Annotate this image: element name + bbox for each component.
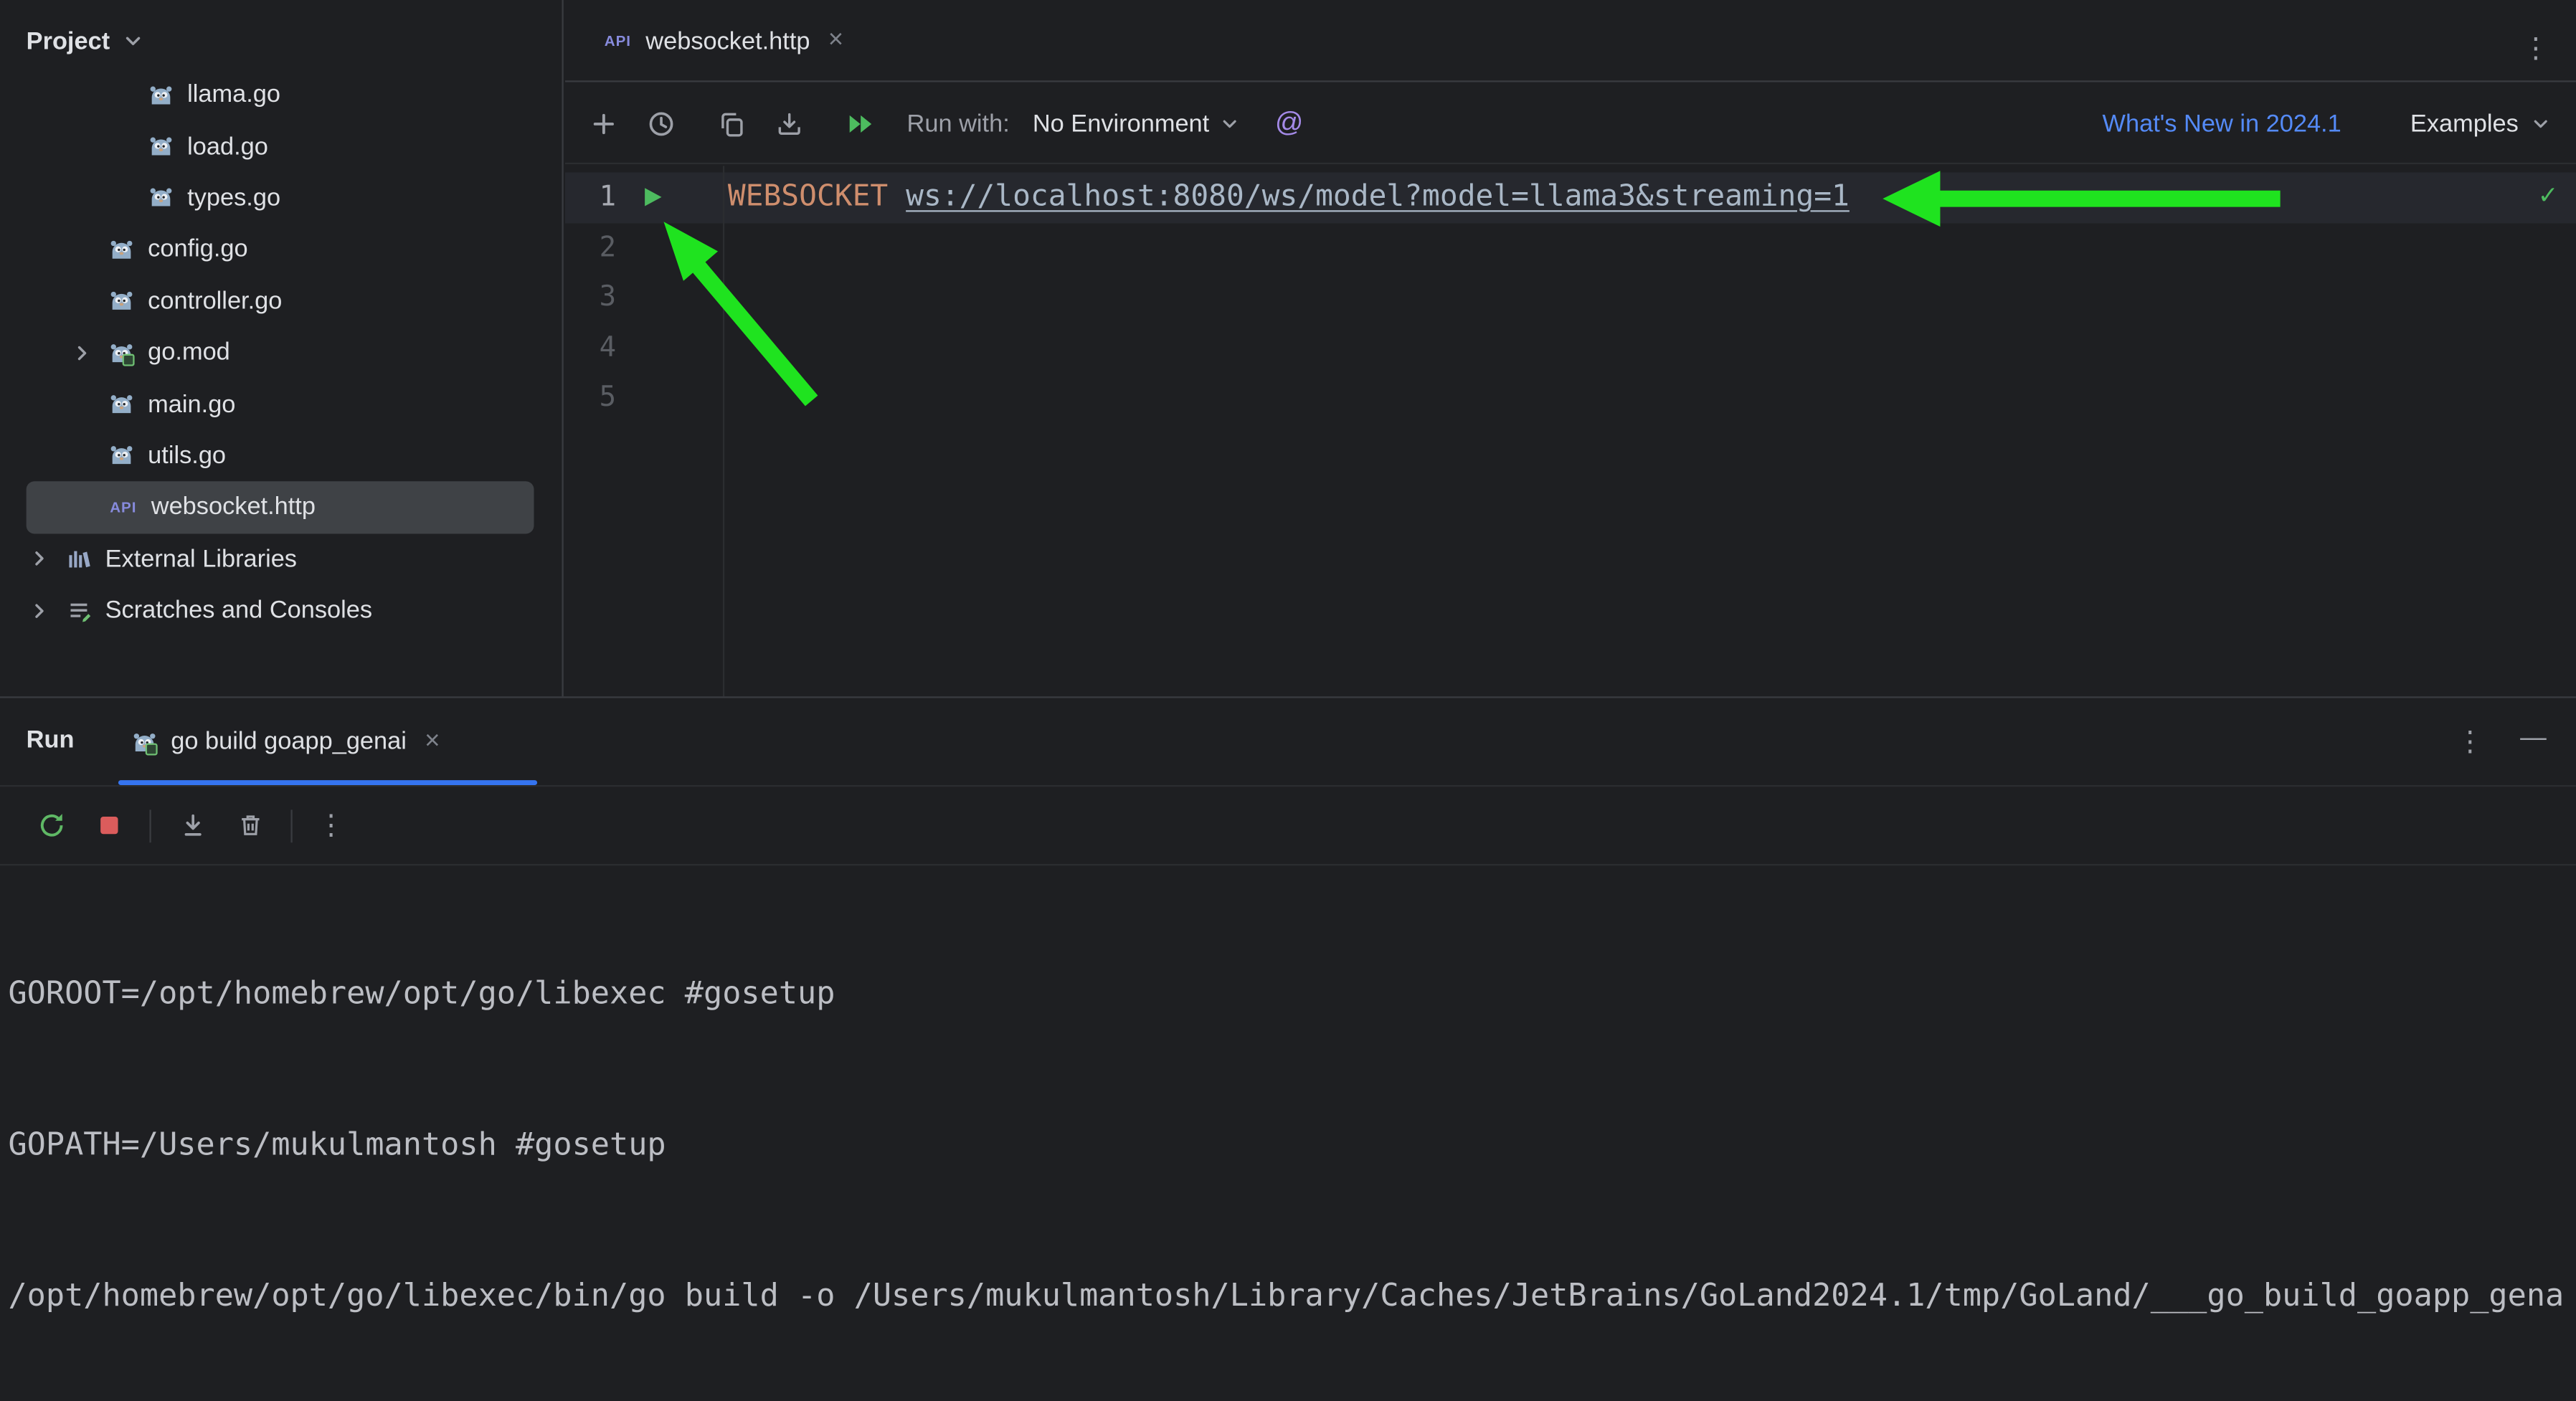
tree-item-main-go[interactable]: main.go [0,379,560,430]
tree-item-controller-go[interactable]: controller.go [0,275,560,327]
tree-item-label: types.go [187,184,281,212]
request-line: WEBSOCKET ws://localhost:8080/ws/model?m… [728,173,1850,223]
http-api-file-icon: API [110,498,137,516]
tree-item-label: main.go [148,390,236,419]
chevron-right-icon[interactable] [69,339,95,366]
project-tree: llama.go load.go types.go config.go cont… [0,69,560,636]
environment-value: No Environment [1032,109,1210,138]
console-line: GOPATH=/Users/mukulmantosh #gosetup [8,1126,666,1163]
toolbar-divider [149,809,151,842]
line-number: 3 [599,280,617,314]
go-file-icon [148,185,174,212]
run-toolbar: ⋮ [0,787,2576,866]
http-client-settings-icon[interactable]: @ [1275,107,1304,140]
clear-console-button[interactable] [233,809,266,842]
tree-item-load-go[interactable]: load.go [0,120,560,172]
chevron-down-icon [2527,110,2553,136]
examples-dropdown[interactable]: Examples [2410,109,2553,137]
examples-label: Examples [2410,109,2519,138]
gutter-separator [722,166,725,697]
inspections-ok-icon[interactable]: ✓ [2539,179,2556,212]
editor-tab-bar: API websocket.http × ⋮ [565,0,2576,82]
rerun-button[interactable] [34,809,67,842]
tree-item-label: go.mod [148,338,230,367]
tree-item-label: websocket.http [151,493,316,521]
tab-websocket-http[interactable]: API websocket.http × [587,0,865,82]
go-file-icon [108,391,135,417]
run-tab-label: go build goapp_genai [171,727,407,756]
tree-item-websocket-http[interactable]: API websocket.http [26,481,534,533]
run-tool-window: Run go build goapp_genai × ⋮ — ⋮ GOROOT=… [0,696,2576,1401]
run-panel-header: Run go build goapp_genai × ⋮ — [0,698,2576,787]
tree-item-label: load.go [187,132,268,161]
environment-selector[interactable]: No Environment [1033,109,1242,137]
tab-label: websocket.http [645,27,810,55]
toolbar-divider [290,809,293,842]
go-file-icon [108,442,135,469]
close-icon[interactable]: × [420,727,445,756]
tree-item-go-mod[interactable]: go.mod [0,327,560,379]
line-number: 1 [599,180,617,214]
open-log-button[interactable] [770,105,806,141]
copy-request-button[interactable] [713,105,749,141]
project-tool-window: Project llama.go load.go types.go config… [0,0,564,697]
tree-item-label: controller.go [148,287,283,315]
go-file-icon [108,237,135,263]
chevron-down-icon [120,28,146,54]
active-tab-underline [118,780,538,786]
line-number: 4 [599,331,617,364]
tree-item-label: llama.go [187,80,281,109]
chevron-right-icon[interactable] [27,546,53,572]
stop-button[interactable] [92,809,125,842]
run-request-gutter-button[interactable] [639,184,666,211]
editor-area[interactable]: 1 2 3 4 5 WEBSOCKET ws://localhost:8080/… [565,166,2576,697]
go-file-icon [108,288,135,314]
project-panel-header[interactable]: Project [0,0,562,82]
run-with-label: Run with: [906,109,1010,138]
console-line: GOROOT=/opt/homebrew/opt/go/libexec #gos… [8,976,835,1012]
tree-item-config-go[interactable]: config.go [0,224,560,275]
http-api-file-icon: API [604,32,631,49]
chevron-right-icon[interactable] [27,597,53,624]
run-all-requests-button[interactable] [841,105,877,141]
tree-item-label: External Libraries [105,544,297,573]
http-editor-toolbar: Run with: No Environment @ What's New in… [565,84,2576,165]
tree-item-utils-go[interactable]: utils.go [0,430,560,482]
chevron-down-icon [1216,110,1242,136]
minimize-icon[interactable]: — [2520,724,2547,754]
run-tab-go-build[interactable]: go build goapp_genai × [118,698,458,785]
more-options-icon[interactable]: ⋮ [317,812,345,840]
run-panel-title: Run [26,726,75,754]
project-panel-title: Project [26,27,110,55]
ide-window: Project llama.go load.go types.go config… [0,0,2576,1401]
request-history-button[interactable] [643,105,678,141]
tree-item-types-go[interactable]: types.go [0,172,560,224]
libraries-icon [66,546,93,572]
line-number: 2 [599,230,617,264]
request-url: ws://localhost:8080/ws/model?model=llama… [906,179,1850,214]
tree-item-label: config.go [148,235,248,264]
go-mod-file-icon [108,339,135,366]
tree-item-label: utils.go [148,442,227,470]
line-number: 5 [599,381,617,414]
tree-item-label: Scratches and Consoles [105,596,373,624]
more-options-icon[interactable]: ⋮ [2456,728,2484,756]
run-console[interactable]: GOROOT=/opt/homebrew/opt/go/libexec #gos… [0,865,2576,1401]
more-options-icon[interactable]: ⋮ [2521,34,2549,62]
console-line: /opt/homebrew/opt/go/libexec/bin/go buil… [8,1277,2565,1314]
add-request-button[interactable] [585,105,621,141]
whats-new-link[interactable]: What's New in 2024.1 [2103,109,2341,137]
go-file-icon [148,133,174,160]
scroll-to-end-button[interactable] [176,809,209,842]
tree-item-external-libraries[interactable]: External Libraries [0,533,560,584]
tree-item-scratches-consoles[interactable]: Scratches and Consoles [0,584,560,636]
http-method: WEBSOCKET [727,179,889,214]
go-file-icon [148,82,174,108]
go-build-icon [131,728,158,755]
scratches-icon [66,597,93,624]
close-icon[interactable]: × [823,27,848,56]
